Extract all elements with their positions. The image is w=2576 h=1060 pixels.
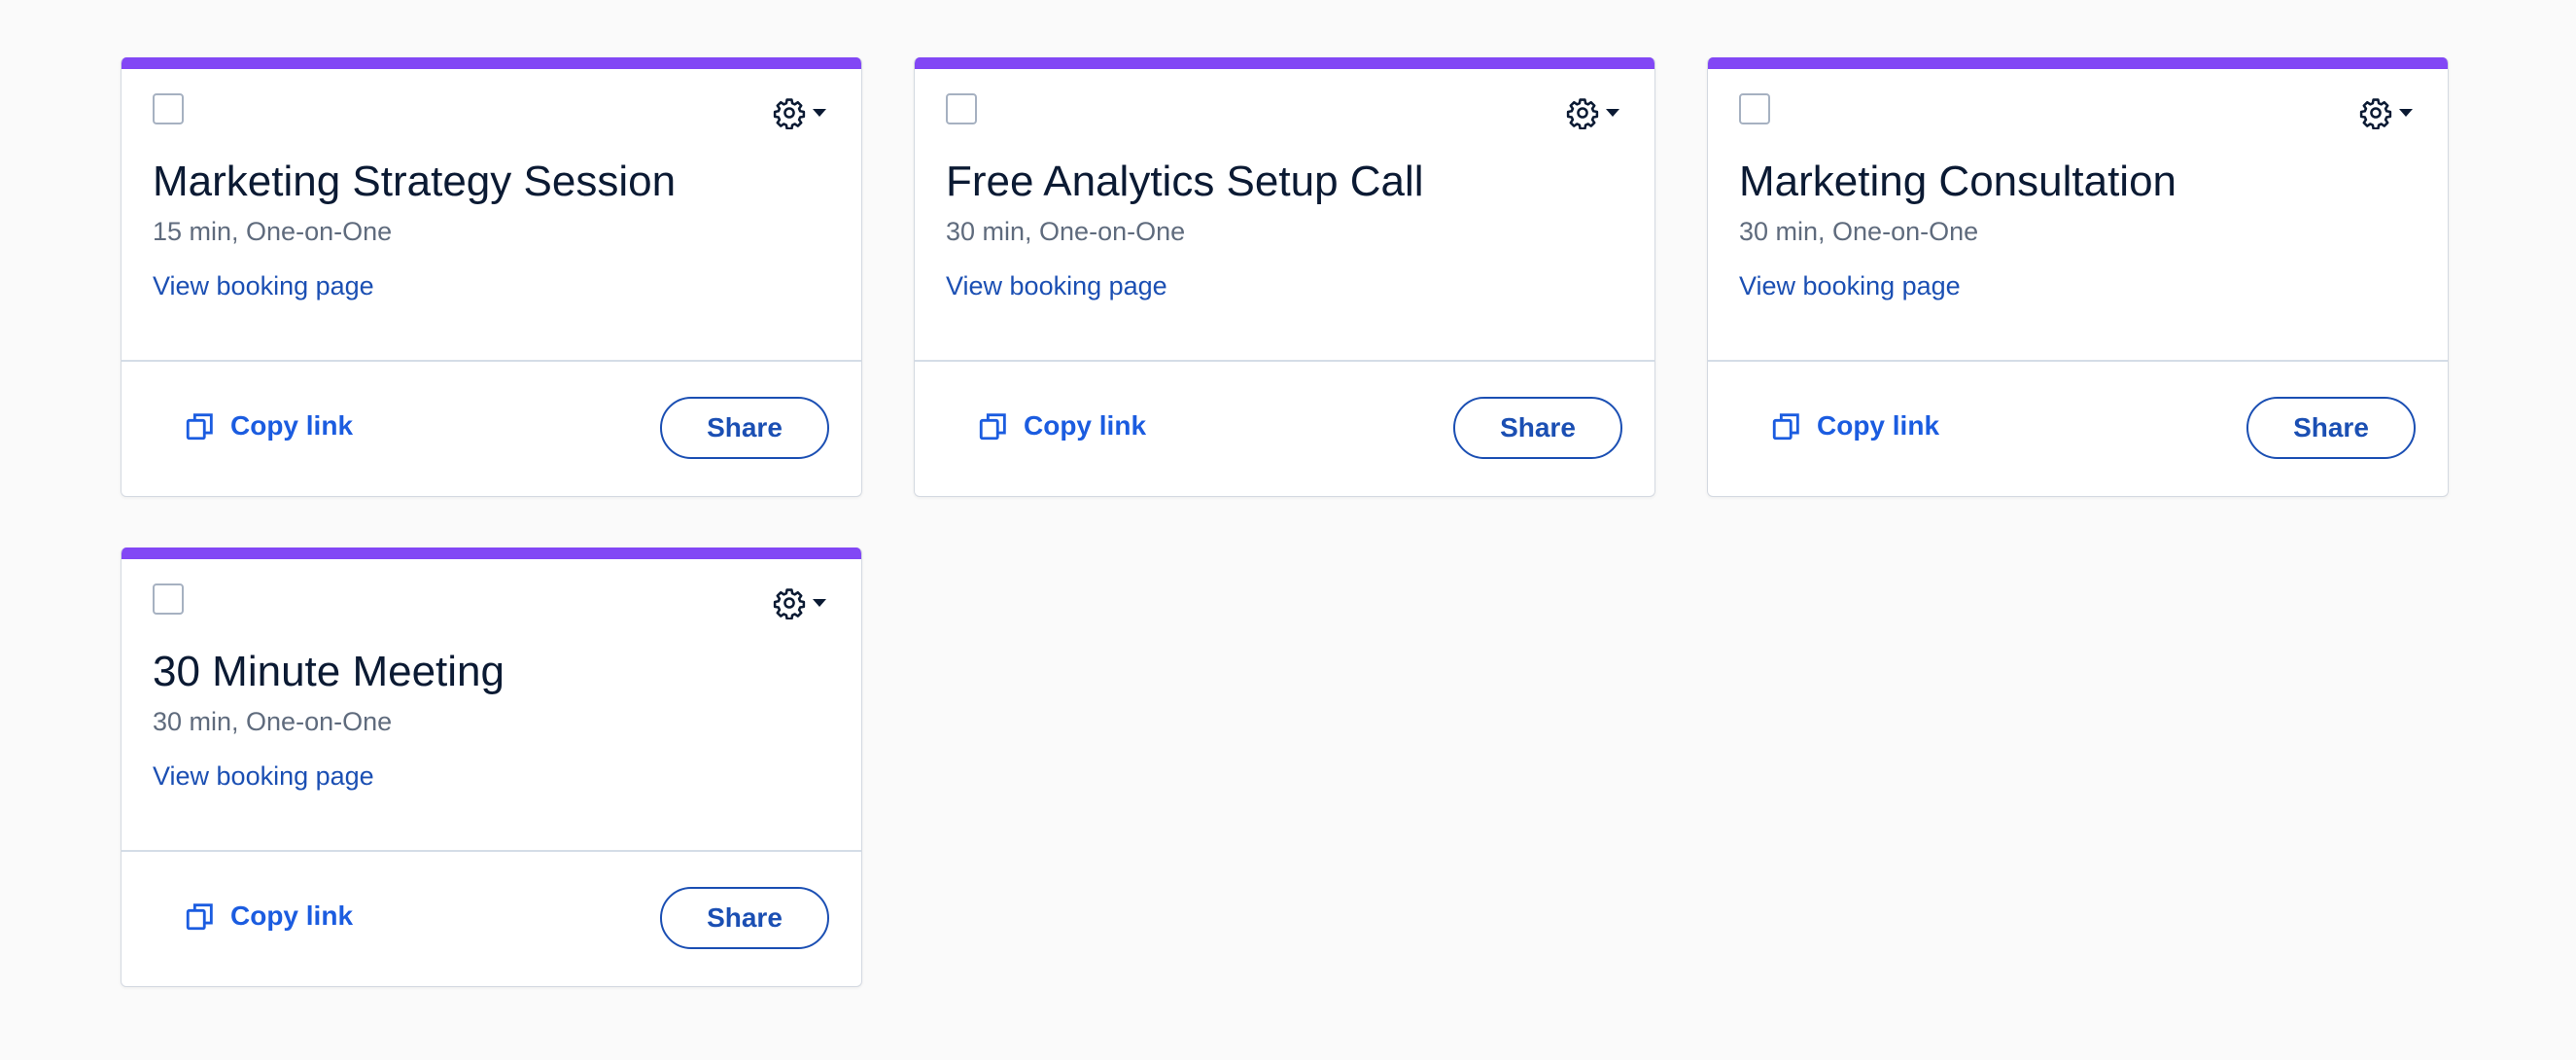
copy-icon (186, 413, 213, 441)
settings-menu-button[interactable] (2359, 93, 2419, 132)
copy-link-button[interactable]: Copy link (1770, 409, 1939, 442)
event-duration: 30 min, One-on-One (153, 707, 393, 736)
view-booking-page-link[interactable]: View booking page (153, 271, 374, 301)
card-divider (122, 360, 861, 362)
view-booking-page-link[interactable]: View booking page (946, 271, 1167, 301)
event-duration: 15 min, One-on-One (153, 217, 393, 246)
copy-link-label: Copy link (1024, 410, 1147, 441)
event-type-card: 30 Minute Meeting 30 min, One-on-One Vie… (121, 548, 862, 987)
card-accent-bar (915, 57, 1654, 69)
event-title: Free Analytics Setup Call (946, 158, 1424, 205)
gear-icon (773, 98, 806, 129)
settings-menu-button[interactable] (773, 583, 833, 622)
copy-link-label: Copy link (230, 410, 354, 441)
gear-icon (773, 588, 806, 619)
caret-down-icon (813, 109, 826, 117)
copy-icon (186, 903, 213, 931)
card-accent-bar (1708, 57, 2448, 69)
card-divider (1708, 360, 2448, 362)
card-divider (915, 360, 1654, 362)
select-checkbox[interactable] (1739, 93, 1770, 124)
copy-link-button[interactable]: Copy link (184, 409, 353, 442)
share-button[interactable]: Share (1453, 397, 1622, 459)
view-booking-page-link[interactable]: View booking page (1739, 271, 1961, 301)
caret-down-icon (2399, 109, 2413, 117)
card-accent-bar (122, 57, 861, 69)
copy-link-label: Copy link (230, 901, 354, 931)
share-button[interactable]: Share (660, 887, 829, 949)
event-types-grid: Marketing Strategy Session 15 min, One-o… (0, 0, 2576, 1060)
copy-link-button[interactable]: Copy link (977, 409, 1146, 442)
caret-down-icon (1606, 109, 1619, 117)
card-divider (122, 850, 861, 852)
copy-link-button[interactable]: Copy link (184, 900, 353, 933)
event-type-card: Marketing Strategy Session 15 min, One-o… (121, 57, 862, 497)
select-checkbox[interactable] (153, 583, 184, 615)
view-booking-page-link[interactable]: View booking page (153, 761, 374, 792)
event-title: Marketing Consultation (1739, 158, 2177, 205)
event-type-card: Free Analytics Setup Call 30 min, One-on… (914, 57, 1655, 497)
caret-down-icon (813, 599, 826, 607)
gear-icon (1566, 98, 1599, 129)
settings-menu-button[interactable] (1566, 93, 1626, 132)
event-duration: 30 min, One-on-One (1739, 217, 1979, 246)
share-button[interactable]: Share (2246, 397, 2416, 459)
event-title: 30 Minute Meeting (153, 648, 505, 695)
event-type-card: Marketing Consultation 30 min, One-on-On… (1707, 57, 2449, 497)
event-title: Marketing Strategy Session (153, 158, 677, 205)
copy-icon (979, 413, 1006, 441)
card-accent-bar (122, 548, 861, 559)
gear-icon (2359, 98, 2392, 129)
event-duration: 30 min, One-on-One (946, 217, 1186, 246)
select-checkbox[interactable] (153, 93, 184, 124)
share-button[interactable]: Share (660, 397, 829, 459)
copy-icon (1772, 413, 1799, 441)
select-checkbox[interactable] (946, 93, 977, 124)
settings-menu-button[interactable] (773, 93, 833, 132)
copy-link-label: Copy link (1817, 410, 1940, 441)
